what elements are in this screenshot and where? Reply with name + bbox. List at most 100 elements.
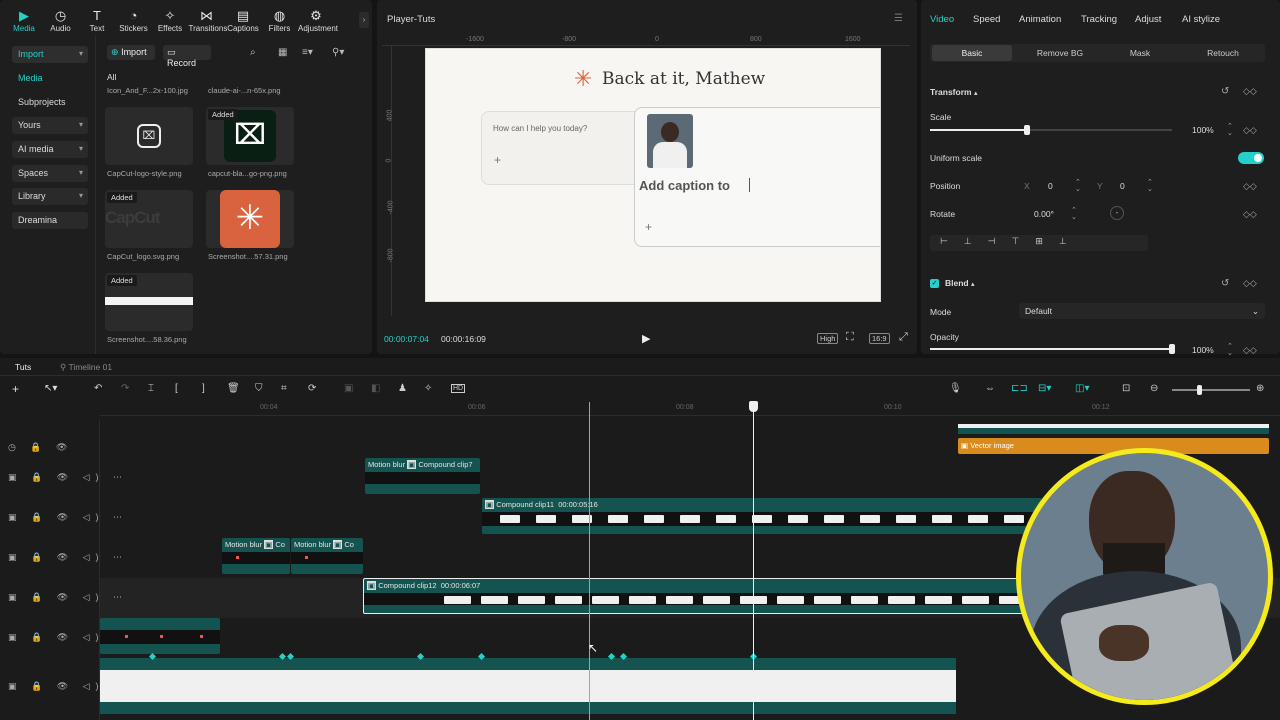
tab-adjust[interactable]: Adjust xyxy=(1135,14,1161,25)
focus-icon[interactable]: ⛶ xyxy=(846,331,854,344)
video-clip[interactable] xyxy=(100,618,220,654)
undo-icon[interactable]: ↶ xyxy=(94,383,102,394)
aspect-ratio-button[interactable]: 16:9 xyxy=(869,333,890,344)
caption-icon[interactable]: ⊡ xyxy=(1122,383,1130,394)
transform-heading[interactable]: Transform ▴ xyxy=(930,87,977,97)
blend-checkbox[interactable]: ✓ xyxy=(930,279,939,288)
sidebar-item-library[interactable]: Library ▾ xyxy=(12,188,88,205)
uniform-scale-toggle[interactable] xyxy=(1238,152,1264,164)
delete-icon[interactable]: 🗑 xyxy=(227,383,240,394)
preview-canvas[interactable]: ✳ Back at it, Mathew How can I help you … xyxy=(425,48,881,302)
toolbar-captions-button[interactable]: ▤ Captions xyxy=(225,9,261,34)
link-icon[interactable]: ⇔ xyxy=(985,383,995,394)
keyframe-icon[interactable]: ◇◇ xyxy=(1243,345,1257,356)
motion-blur-clip[interactable]: Motion blur ▣ Co xyxy=(291,538,363,574)
redo-icon[interactable]: ↷ xyxy=(121,383,129,394)
media-thumb[interactable]: Added xyxy=(105,273,193,331)
toolbar-media-button[interactable]: ▶ Media xyxy=(6,9,42,34)
tab-ai-stylize[interactable]: AI stylize xyxy=(1182,14,1220,25)
sidebar-item-spaces[interactable]: Spaces ▾ xyxy=(12,165,88,182)
align-toolbar[interactable]: ⊢⊥⊣⊤⊞⊥ xyxy=(930,235,1148,251)
scale-slider[interactable] xyxy=(930,125,1172,135)
split-left-icon[interactable]: [ xyxy=(175,383,178,394)
sidebar-item-dreamina[interactable]: Dreamina xyxy=(12,212,88,229)
keyframe-icon[interactable]: ◇◇ xyxy=(1243,278,1257,289)
blend-heading[interactable]: Blend ▴ xyxy=(945,278,975,288)
media-thumb[interactable]: ⌧ xyxy=(105,107,193,165)
toolbar-filters-button[interactable]: ◍ Filters xyxy=(262,9,298,34)
select-tool-icon[interactable]: ↖▾ xyxy=(44,383,57,394)
position-y-input[interactable]: 0 xyxy=(1120,181,1125,191)
zoom-out-icon[interactable]: ⊖ xyxy=(1150,383,1158,394)
person-icon[interactable]: ♟ xyxy=(398,383,407,394)
zoom-in-icon[interactable]: ⊕ xyxy=(1256,383,1264,394)
microphone-icon[interactable]: 🎙 xyxy=(949,383,962,394)
media-thumb[interactable]: CapCut Added xyxy=(105,190,193,248)
toolbar-transitions-button[interactable]: ⋈ Transitions xyxy=(189,9,228,34)
fullscreen-icon[interactable]: ⤢ xyxy=(899,331,908,344)
reset-icon[interactable]: ↺ xyxy=(1221,278,1229,289)
track-controls[interactable]: ▣ 🔒 👁 ◁) ⋯ xyxy=(8,512,128,523)
sidebar-item-yours[interactable]: Yours ▾ xyxy=(12,117,88,134)
sidebar-item-media[interactable]: Media xyxy=(12,70,88,87)
quality-button[interactable]: High xyxy=(817,333,839,344)
track-controls[interactable]: ▣ 🔒 👁 ◁) ⋯ xyxy=(8,472,128,483)
reset-icon[interactable]: ↺ xyxy=(1221,86,1229,97)
sort-icon[interactable]: ≡▾ xyxy=(302,47,313,58)
opacity-value[interactable]: 100% xyxy=(1192,345,1214,355)
tab-video[interactable]: Video xyxy=(930,14,954,25)
freeze-icon[interactable]: ▣ xyxy=(344,383,353,394)
subtab-remove-bg[interactable]: Remove BG xyxy=(1030,48,1090,58)
sidebar-item-subprojects[interactable]: Subprojects xyxy=(12,94,88,111)
clip-bar[interactable] xyxy=(958,428,1269,434)
tab-timeline-tuts[interactable]: Tuts xyxy=(15,362,31,372)
play-button[interactable]: ▶ xyxy=(642,332,650,345)
rotate-input[interactable]: 0.00° xyxy=(1034,209,1054,219)
keyframe-icon[interactable]: ◇◇ xyxy=(1243,209,1257,220)
stepper-icon[interactable]: ⌃ ⌄ xyxy=(1147,179,1153,193)
scale-value[interactable]: 100% xyxy=(1192,125,1214,135)
split-icon[interactable]: ⌶ xyxy=(148,383,154,394)
keyframe-icon[interactable]: ◇◇ xyxy=(1243,125,1257,136)
track-controls[interactable]: ◷ 🔒 👁 xyxy=(8,442,74,453)
stepper-icon[interactable]: ⌃ ⌄ xyxy=(1075,179,1081,193)
sidebar-item-ai-media[interactable]: AI media ▾ xyxy=(12,141,88,158)
main-video-clip[interactable] xyxy=(100,658,956,714)
filter-all-label[interactable]: All xyxy=(107,72,116,82)
rotate-dial[interactable]: - xyxy=(1110,206,1124,220)
track-controls[interactable]: ▣ 🔒 👁 ◁) ⋯ xyxy=(8,592,128,603)
split-right-icon[interactable]: ] xyxy=(202,383,205,394)
tab-animation[interactable]: Animation xyxy=(1019,14,1061,25)
playhead-line[interactable] xyxy=(753,410,754,720)
compound-clip11[interactable]: ▣ Compound clip11 00:00:05:16 xyxy=(482,498,1042,534)
motion-blur-clip[interactable]: Motion blur ▣ Co xyxy=(222,538,290,574)
scale-slider-handle[interactable] xyxy=(1023,125,1030,135)
stepper-icon[interactable]: ⌃ ⌄ xyxy=(1227,343,1233,357)
menu-icon[interactable]: ☰ xyxy=(894,13,903,24)
subtab-retouch[interactable]: Retouch xyxy=(1193,48,1253,58)
align-icons[interactable]: ⊢⊥⊣⊤⊞⊥ xyxy=(940,236,1083,246)
subtab-mask[interactable]: Mask xyxy=(1110,48,1170,58)
mode-select[interactable]: Default ⌄ xyxy=(1019,303,1265,319)
toolbar-audio-button[interactable]: ◷ Audio xyxy=(43,9,79,34)
search-icon[interactable]: ⌕ xyxy=(250,47,256,58)
magic-icon[interactable]: ✧ xyxy=(424,383,432,394)
tab-tracking[interactable]: Tracking xyxy=(1081,14,1117,25)
toolbar-adjustment-button[interactable]: ⚙ Adjustment xyxy=(298,9,338,34)
filter-icon[interactable]: ⚲▾ xyxy=(332,47,344,58)
grid-view-icon[interactable]: ▦ xyxy=(278,47,287,58)
toolbar-effects-button[interactable]: ✧ Effects xyxy=(152,9,188,34)
tab-timeline-01[interactable]: ⚲ Timeline 01 xyxy=(60,362,112,373)
crop-icon[interactable]: ⌗ xyxy=(281,383,287,394)
stepper-icon[interactable]: ⌃ ⌄ xyxy=(1227,123,1233,137)
opacity-slider-handle[interactable] xyxy=(1169,344,1175,354)
collapse-panel-button[interactable]: › xyxy=(359,12,369,28)
sidebar-item-import[interactable]: Import ▾ xyxy=(12,46,88,63)
position-x-input[interactable]: 0 xyxy=(1048,181,1053,191)
mirror-icon[interactable]: ◧ xyxy=(371,383,380,394)
toolbar-text-button[interactable]: T Text xyxy=(79,9,115,34)
tab-speed[interactable]: Speed xyxy=(973,14,1000,25)
record-button[interactable]: ▭ Record xyxy=(163,45,211,68)
keyframe-icon[interactable]: ◇◇ xyxy=(1243,181,1257,192)
opacity-slider[interactable] xyxy=(930,344,1175,354)
